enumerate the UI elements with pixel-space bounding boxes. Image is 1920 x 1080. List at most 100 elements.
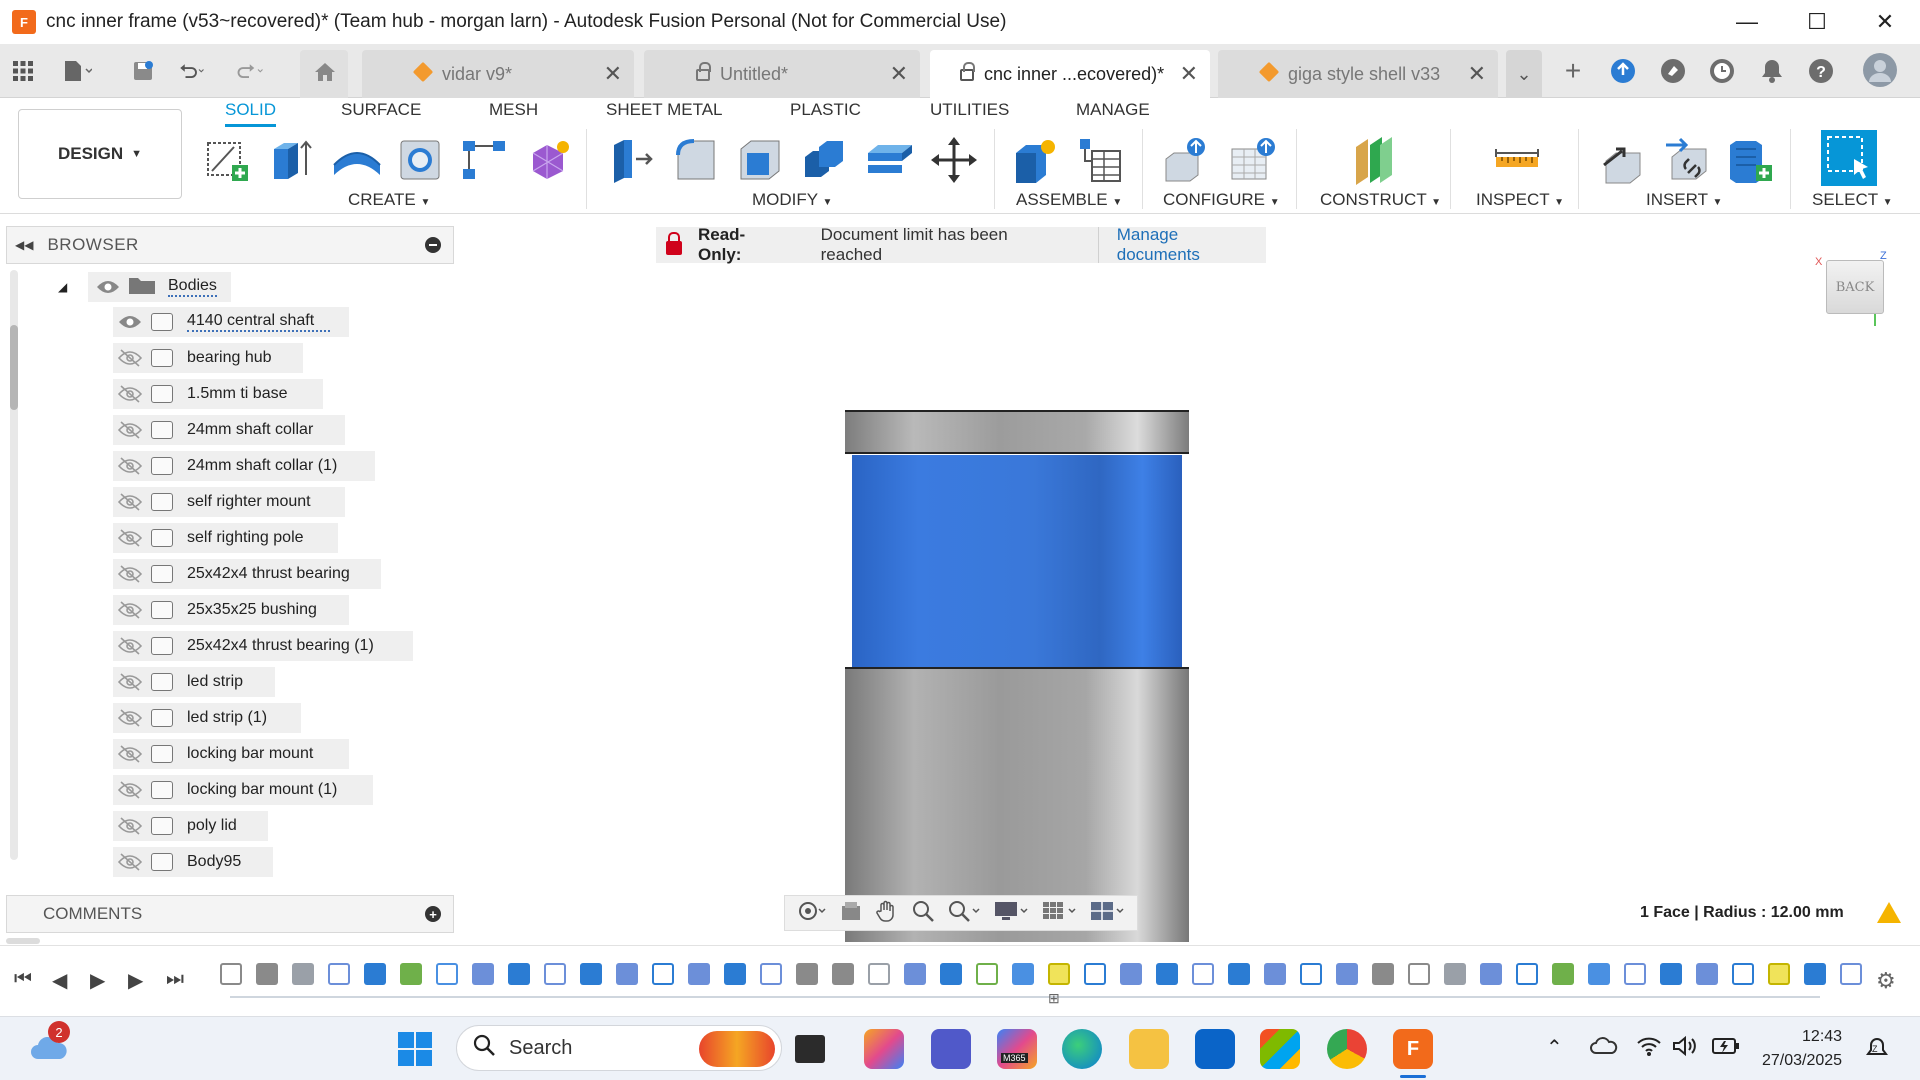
group-assemble[interactable]: ASSEMBLE ▼: [1016, 190, 1122, 210]
chrome-icon[interactable]: [1327, 1029, 1367, 1069]
doc-tab-giga[interactable]: giga style shell v33 ✕: [1218, 50, 1498, 98]
group-configure[interactable]: CONFIGURE ▼: [1163, 190, 1280, 210]
browser-body-item[interactable]: led strip (1): [113, 703, 301, 733]
visibility-eye-icon[interactable]: [113, 314, 147, 330]
visibility-hidden-eye-icon[interactable]: [113, 349, 147, 367]
browser-body-item[interactable]: 24mm shaft collar: [113, 415, 345, 445]
minimize-panel-icon[interactable]: [425, 237, 441, 253]
grid-settings-icon[interactable]: [1041, 899, 1077, 928]
taskbar-search[interactable]: Search: [456, 1025, 782, 1071]
browser-body-item[interactable]: 4140 central shaft: [113, 307, 349, 337]
shell-icon[interactable]: [733, 133, 787, 187]
selected-cylindrical-face[interactable]: [852, 455, 1182, 667]
edge-icon[interactable]: [1062, 1029, 1102, 1069]
create-sketch-icon[interactable]: [200, 133, 254, 187]
teams-icon[interactable]: [931, 1029, 971, 1069]
zoom-window-icon[interactable]: [947, 899, 981, 928]
group-create[interactable]: CREATE ▼: [348, 190, 430, 210]
timeline-feature-icon[interactable]: [1228, 963, 1250, 985]
manage-documents-link[interactable]: Manage documents: [1117, 225, 1266, 265]
timeline-feature-icon[interactable]: [1480, 963, 1502, 985]
expand-panel-icon[interactable]: +: [425, 906, 441, 922]
browser-body-item[interactable]: 24mm shaft collar (1): [113, 451, 375, 481]
save-icon[interactable]: [128, 56, 158, 86]
timeline-play-icon[interactable]: ▶: [90, 968, 105, 993]
job-status-icon[interactable]: [1608, 56, 1638, 86]
timeline-feature-icon[interactable]: [292, 963, 314, 985]
close-tab-icon[interactable]: ✕: [1180, 61, 1198, 87]
browser-body-item[interactable]: self righting pole: [113, 523, 338, 553]
timeline-feature-icon[interactable]: [364, 963, 386, 985]
copilot-icon[interactable]: [864, 1029, 904, 1069]
m365-icon[interactable]: M365: [997, 1029, 1037, 1069]
browser-body-item[interactable]: 25x42x4 thrust bearing: [113, 559, 381, 589]
timeline-feature-icon[interactable]: [436, 963, 458, 985]
timeline-feature-icon[interactable]: [1588, 963, 1610, 985]
visibility-hidden-eye-icon[interactable]: [113, 709, 147, 727]
orbit-icon[interactable]: [797, 900, 827, 927]
tab-mesh[interactable]: MESH: [489, 99, 538, 127]
windows-start-icon[interactable]: [397, 1031, 433, 1072]
visibility-hidden-eye-icon[interactable]: [113, 601, 147, 619]
timeline-marker-icon[interactable]: ⊞: [1048, 990, 1060, 1007]
visibility-hidden-eye-icon[interactable]: [113, 385, 147, 403]
timeline-feature-icon[interactable]: [1408, 963, 1430, 985]
timeline-feature-icon[interactable]: [1552, 963, 1574, 985]
timeline-feature-icon[interactable]: [1732, 963, 1754, 985]
browser-panel-header[interactable]: ◀◀ BROWSER: [6, 226, 454, 264]
timeline-feature-icon[interactable]: [940, 963, 962, 985]
doc-tab-untitled[interactable]: Untitled* ✕: [644, 50, 920, 98]
visibility-hidden-eye-icon[interactable]: [113, 493, 147, 511]
timeline-feature-icon[interactable]: [508, 963, 530, 985]
group-insert[interactable]: INSERT ▼: [1646, 190, 1722, 210]
timeline-feature-icon[interactable]: [1336, 963, 1358, 985]
insert-derive-icon[interactable]: [1596, 133, 1650, 187]
bodies-folder-row[interactable]: ◢ Bodies: [58, 271, 231, 303]
timeline-feature-icon[interactable]: [1264, 963, 1286, 985]
bodies-folder[interactable]: Bodies: [88, 272, 231, 302]
move-copy-icon[interactable]: [927, 133, 981, 187]
help-icon[interactable]: ?: [1806, 56, 1836, 86]
battery-icon[interactable]: [1712, 1037, 1740, 1060]
timeline-feature-icon[interactable]: [760, 963, 782, 985]
visibility-hidden-eye-icon[interactable]: [113, 781, 147, 799]
offset-face-icon[interactable]: [862, 133, 916, 187]
timeline-feature-icon[interactable]: [1048, 963, 1070, 985]
view-cube[interactable]: BACK: [1826, 260, 1884, 314]
visibility-hidden-eye-icon[interactable]: [113, 853, 147, 871]
timeline-feature-icon[interactable]: [1804, 963, 1826, 985]
task-view-icon[interactable]: [795, 1035, 825, 1063]
visibility-hidden-eye-icon[interactable]: [113, 817, 147, 835]
insert-linked-icon[interactable]: [1660, 133, 1714, 187]
visibility-eye-icon[interactable]: [88, 279, 128, 295]
timeline-feature-icon[interactable]: [1768, 963, 1790, 985]
timeline-feature-icon[interactable]: [1300, 963, 1322, 985]
insert-mcmaster-icon[interactable]: [1724, 133, 1778, 187]
app-grid-icon[interactable]: [8, 56, 38, 86]
create-form-icon[interactable]: [521, 133, 575, 187]
collapse-triangle-icon[interactable]: ◢: [58, 280, 88, 294]
timeline-back-icon[interactable]: ◀: [52, 968, 67, 993]
extrude-icon[interactable]: [264, 133, 318, 187]
tab-overflow-button[interactable]: ⌄: [1506, 50, 1542, 98]
timeline-feature-icon[interactable]: [868, 963, 890, 985]
tab-plastic[interactable]: PLASTIC: [790, 99, 861, 127]
timeline-start-icon[interactable]: ⏮: [14, 968, 32, 991]
configure-table-icon[interactable]: [1160, 133, 1214, 187]
user-avatar[interactable]: [1862, 52, 1898, 88]
browser-body-item[interactable]: poly lid: [113, 811, 268, 841]
timeline-feature-icon[interactable]: [400, 963, 422, 985]
history-clock-icon[interactable]: [1707, 56, 1737, 86]
group-modify[interactable]: MODIFY ▼: [752, 190, 832, 210]
timeline-feature-icon[interactable]: [256, 963, 278, 985]
press-pull-icon[interactable]: [604, 133, 658, 187]
collapse-left-icon[interactable]: ◀◀: [15, 238, 33, 252]
timeline-feature-icon[interactable]: [1624, 963, 1646, 985]
timeline-feature-icon[interactable]: [1840, 963, 1862, 985]
browser-scroll-thumb[interactable]: [10, 325, 18, 410]
browser-body-item[interactable]: 25x42x4 thrust bearing (1): [113, 631, 413, 661]
timeline-feature-icon[interactable]: [652, 963, 674, 985]
browser-body-item[interactable]: 25x35x25 bushing: [113, 595, 349, 625]
outlook-icon[interactable]: [1195, 1029, 1235, 1069]
timeline-feature-icon[interactable]: [724, 963, 746, 985]
